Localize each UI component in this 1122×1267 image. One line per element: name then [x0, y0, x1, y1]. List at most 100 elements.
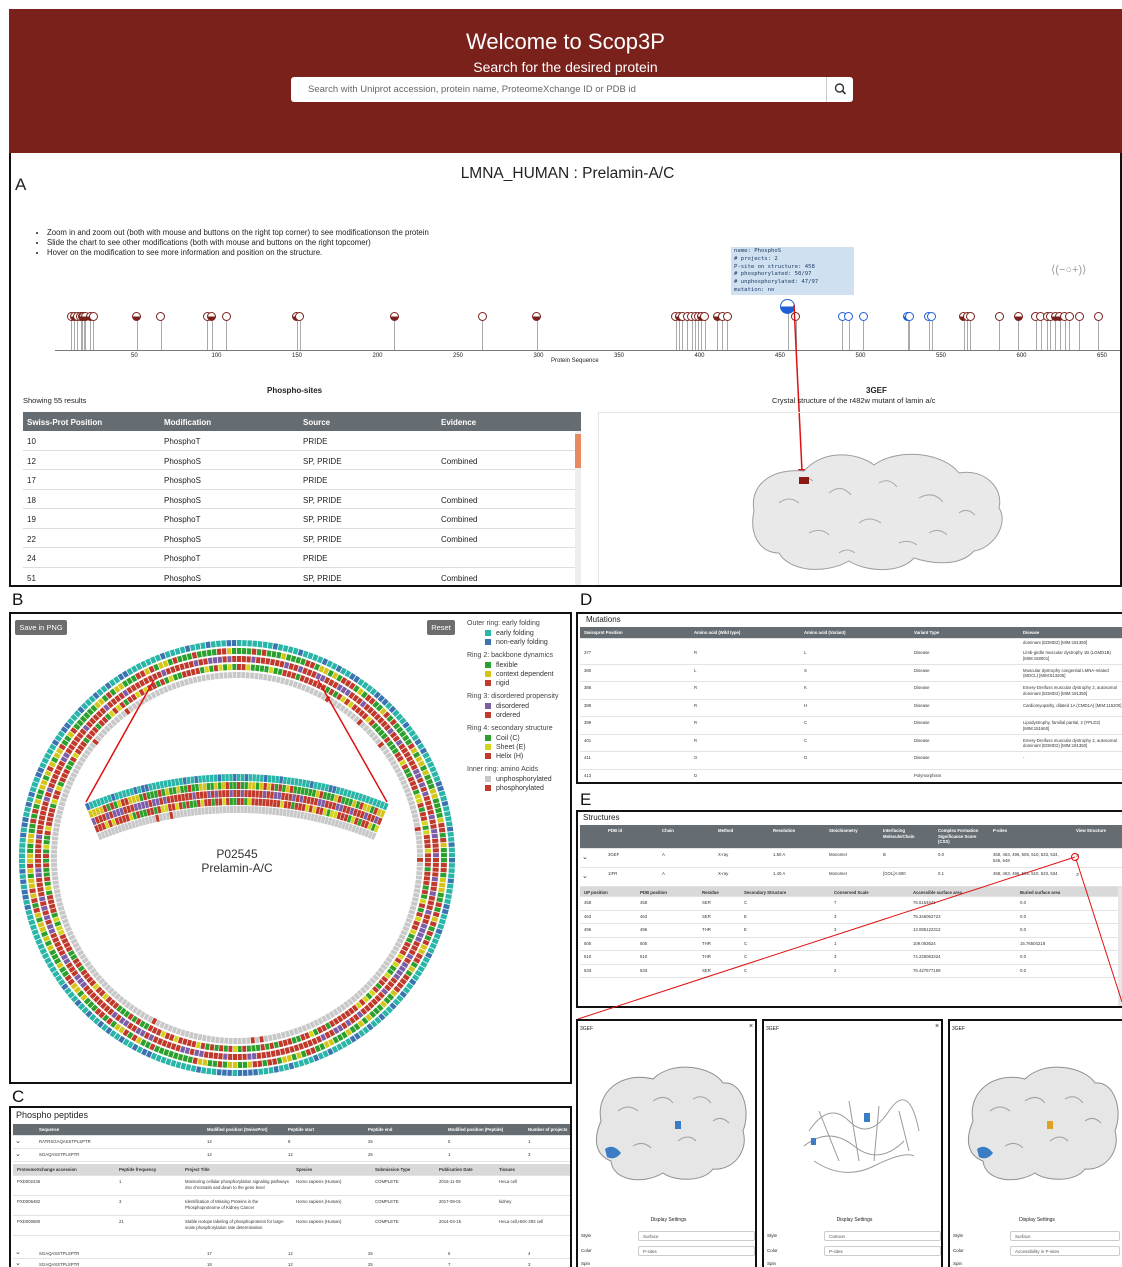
ring-segment[interactable] [275, 1049, 281, 1057]
ring-segment[interactable] [241, 648, 247, 655]
ring-segment[interactable] [204, 666, 210, 673]
ring-segment[interactable] [409, 804, 417, 811]
ring-segment[interactable] [440, 913, 448, 920]
ring-segment[interactable] [284, 1047, 291, 1054]
ring-segment[interactable] [250, 664, 256, 671]
ring-segment[interactable] [246, 648, 252, 655]
ring-segment[interactable] [218, 1045, 224, 1052]
ring-segment[interactable] [423, 880, 430, 886]
ring-segment[interactable] [42, 910, 50, 916]
ring-segment[interactable] [209, 1044, 215, 1051]
table-header[interactable]: Swissprot Position Amino acid (Wild type)… [580, 627, 1122, 639]
ring-segment[interactable] [200, 1042, 206, 1050]
ring-segment[interactable] [252, 1061, 258, 1068]
ring-segment[interactable] [416, 840, 423, 845]
ring-segment[interactable] [272, 1033, 278, 1041]
ring-segment[interactable] [216, 1069, 222, 1076]
protein-3d-view[interactable] [955, 1051, 1122, 1191]
ring-segment[interactable] [421, 889, 429, 895]
ring-segment[interactable] [263, 1067, 269, 1075]
ring-segment[interactable] [270, 1050, 276, 1057]
ring-segment[interactable] [273, 1066, 279, 1073]
ring-segment[interactable] [187, 1056, 193, 1064]
ring-segment[interactable] [250, 672, 255, 679]
ring-segment[interactable] [437, 923, 445, 930]
table-header[interactable]: PDB id Chain Method Resolution Stoichiometry… [580, 825, 1122, 849]
ring-segment[interactable] [272, 1058, 278, 1065]
ring-segment[interactable] [53, 822, 61, 828]
ring-segment[interactable] [247, 1061, 253, 1068]
ring-segment[interactable] [52, 831, 59, 837]
ring-segment[interactable] [222, 656, 227, 663]
ring-segment[interactable] [286, 1054, 293, 1062]
ring-segment[interactable] [42, 800, 49, 807]
table-row[interactable]: 12 PhosphoS SP, PRIDE Combined [23, 451, 576, 470]
ring-segment[interactable] [215, 1036, 220, 1044]
ring-segment[interactable] [28, 878, 35, 884]
ring-segment[interactable] [415, 831, 422, 836]
ring-segment[interactable] [441, 908, 449, 915]
ring-segment[interactable] [251, 1053, 257, 1060]
ring-segment[interactable] [29, 823, 36, 829]
ring-segment[interactable] [438, 822, 445, 828]
sub-table-row[interactable]: 510 510 THR C 3 74.226063324 0.0 [580, 951, 1122, 965]
ring-segment[interactable] [186, 653, 193, 660]
sub-table-header[interactable]: ProteomeXchange accession Peptide frequen… [13, 1164, 570, 1176]
ring-segment[interactable] [215, 640, 221, 647]
ring-segment[interactable] [233, 1037, 237, 1044]
ring-segment[interactable] [214, 672, 219, 680]
table-row[interactable]: 386 R K Disease Emery-Dreifuss muscular dyst… [580, 682, 1122, 700]
ring-segment[interactable] [186, 1039, 193, 1047]
ring-segment[interactable] [291, 1053, 298, 1061]
ring-segment[interactable] [411, 813, 419, 819]
ring-segment[interactable] [51, 912, 59, 918]
ring-segment[interactable] [33, 803, 40, 810]
ring-segment[interactable] [169, 666, 176, 674]
ring-segment[interactable] [206, 1035, 211, 1043]
ring-segment[interactable] [424, 839, 431, 844]
table-row[interactable]: 24 PhosphoT PRIDE [23, 548, 576, 568]
ring-segment[interactable] [224, 1037, 229, 1044]
ring-segment[interactable] [431, 881, 438, 887]
chevron-down-icon[interactable]: ⌄ [582, 853, 588, 861]
ring-segment[interactable] [427, 900, 435, 906]
ring-segment[interactable] [193, 659, 199, 667]
ring-segment[interactable] [431, 793, 439, 799]
ring-segment[interactable] [281, 652, 287, 660]
setting-select[interactable]: Cartoon [824, 1231, 941, 1241]
ring-segment[interactable] [443, 903, 450, 910]
ring-segment[interactable] [228, 1037, 233, 1044]
ring-segment[interactable] [222, 664, 228, 671]
ring-segment[interactable] [172, 656, 178, 664]
ring-segment[interactable] [429, 788, 437, 795]
chevron-down-icon[interactable]: ⌄ [15, 1137, 21, 1145]
ring-segment[interactable] [237, 672, 241, 679]
ring-segment[interactable] [447, 831, 454, 837]
ring-segment[interactable] [438, 882, 446, 888]
ring-segment[interactable] [440, 837, 447, 843]
table-row[interactable]: 399 R C Disease Lipodystrophy, familial part… [580, 717, 1122, 735]
ring-segment[interactable] [284, 678, 290, 686]
ring-segment[interactable] [54, 818, 62, 824]
sub-table-row[interactable]: 505 505 THR C 1 109.063624 15.76504218 [580, 937, 1122, 951]
col-header[interactable]: Source [303, 418, 330, 427]
ring-segment[interactable] [186, 669, 192, 677]
ring-segment[interactable] [21, 822, 28, 828]
ring-segment[interactable] [28, 791, 36, 798]
ring-segment[interactable] [242, 640, 247, 647]
chevron-down-icon[interactable]: ⌄ [15, 1259, 21, 1267]
ring-segment[interactable] [30, 813, 38, 819]
ring-segment[interactable] [414, 826, 421, 832]
ring-segment[interactable] [410, 809, 418, 815]
ring-segment[interactable] [415, 879, 422, 885]
ring-segment[interactable] [287, 646, 294, 654]
ring-segment[interactable] [195, 1041, 201, 1049]
ring-segment[interactable] [40, 805, 48, 812]
ring-segment[interactable] [27, 838, 34, 844]
table-row[interactable]: SGAQASSTPLSPTR 18 12 25 7 3 ⌄ [13, 1259, 570, 1267]
ring-segment[interactable] [279, 1048, 286, 1056]
ring-segment[interactable] [237, 648, 242, 655]
col-header[interactable]: Modification [164, 418, 211, 427]
ring-segment[interactable] [25, 909, 33, 916]
ring-segment[interactable] [246, 664, 251, 671]
